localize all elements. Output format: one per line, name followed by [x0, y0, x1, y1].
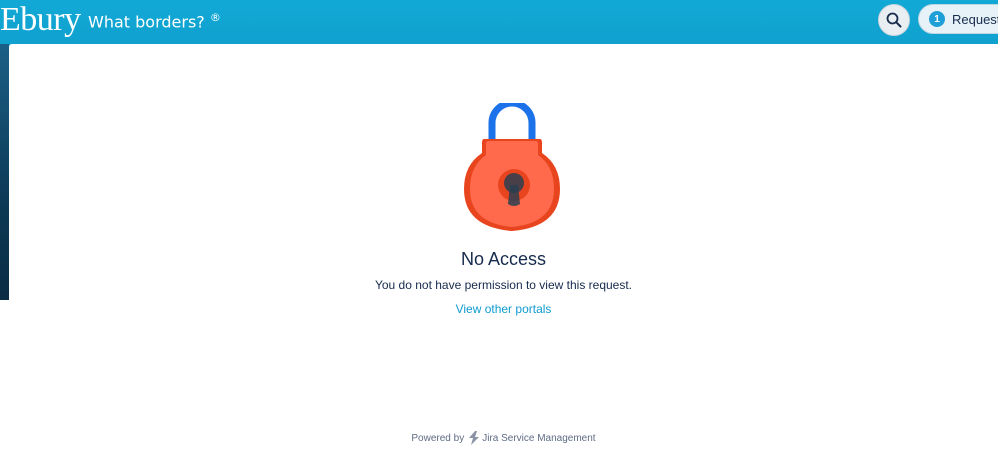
jira-service-management-icon — [468, 431, 480, 445]
tagline-text: What borders? — [88, 12, 205, 32]
view-other-portals-link[interactable]: View other portals — [456, 302, 552, 316]
footer: Powered by Jira Service Management — [9, 431, 998, 445]
banner-side — [0, 44, 9, 300]
view-other-portals-link-row: View other portals — [9, 302, 998, 316]
requests-button[interactable]: 1 Requests — [918, 4, 998, 34]
search-button[interactable] — [878, 4, 910, 36]
registered-mark: ® — [209, 11, 221, 24]
product-name-link[interactable]: Jira Service Management — [482, 433, 595, 444]
requests-count-badge: 1 — [929, 11, 945, 27]
search-icon — [886, 12, 902, 28]
page-title: No Access — [460, 249, 547, 269]
requests-label: Requests — [952, 11, 998, 27]
no-access-message: You do not have permission to view this … — [374, 278, 633, 292]
ebury-logo[interactable]: Ebury — [0, 0, 81, 42]
content-card: No Access You do not have permission to … — [9, 44, 998, 459]
powered-by-text: Powered by — [411, 432, 465, 444]
lock-icon — [464, 103, 560, 231]
tagline: What borders? ® — [88, 8, 221, 32]
